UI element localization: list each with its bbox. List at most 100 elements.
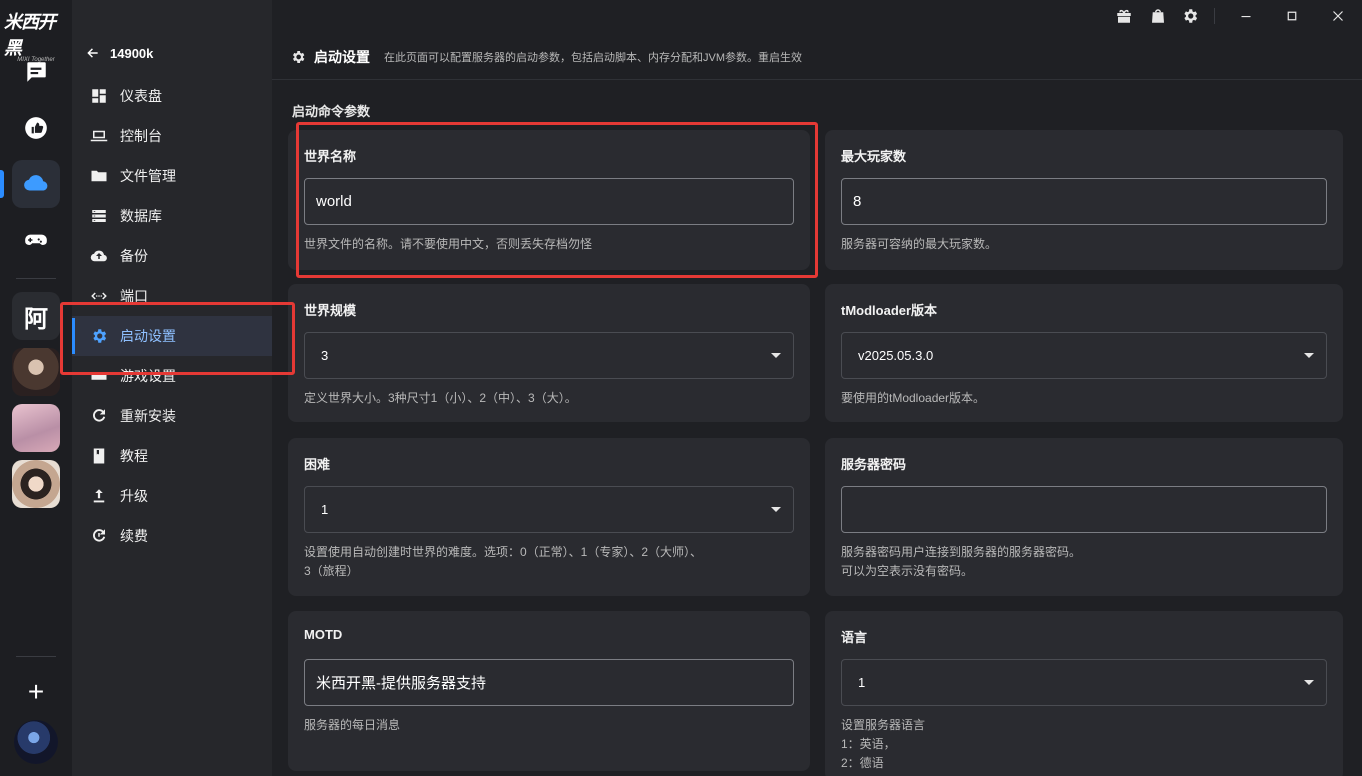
upgrade-icon [93,489,105,503]
sidebar-item-game-settings[interactable]: 游戏设置 [72,356,272,396]
rail-divider [16,278,56,279]
gamepad-icon [91,372,107,380]
page-header: 启动设置 在此页面可以配置服务器的启动参数，包括启动脚本、内存分配和JVM参数。… [272,34,1362,80]
difficulty-help: 设置使用自动创建时世界的难度。选项：0（正常）、1（专家）、2（大师）、 3（旅… [304,545,703,578]
renew-icon [93,529,106,542]
language-card: 语言 1 设置服务器语言 1：英语， 2：德语 [825,611,1343,776]
section-title: 启动命令参数 [292,104,371,119]
tmodloader-version-card: tModloader版本 v2025.05.3.0 要使用的tModloader… [825,284,1343,422]
server-password-card: 服务器密码 服务器密码用户连接到服务器的服务器密码。 可以为空表示没有密码。 [825,438,1343,596]
server-password-input[interactable] [841,486,1327,533]
games-button[interactable] [12,216,60,264]
cloud-upload-icon [90,250,107,262]
language-select[interactable]: 1 [841,659,1327,706]
world-size-label: 世界规模 [304,303,357,318]
motd-input[interactable]: 米西开黑-提供服务器支持 [304,659,794,706]
server-avatar-3[interactable] [12,460,60,508]
max-players-card: 最大玩家数 8 服务器可容纳的最大玩家数。 [825,130,1343,270]
server-avatar-1[interactable] [12,348,60,396]
sidebar-item-upgrade[interactable]: 升级 [72,476,272,516]
app-rail: 米西开黑 MIXI Together 阿 + [0,0,72,776]
gamepad-icon [25,234,47,245]
user-avatar[interactable] [14,720,58,764]
sidebar-item-files[interactable]: 文件管理 [72,156,272,196]
database-icon [92,210,106,222]
max-players-input[interactable]: 8 [841,178,1327,225]
motd-label: MOTD [304,627,343,642]
sidebar-item-label: 教程 [120,448,148,464]
sidebar-item-label: 备份 [120,248,148,264]
tmodloader-version-select[interactable]: v2025.05.3.0 [841,332,1327,379]
server-avatar-text[interactable]: 阿 [12,292,60,340]
world-size-help: 定义世界大小。3种尺寸1（小）、2（中）、3（大）。 [304,391,577,405]
settings-button[interactable] [1180,6,1200,26]
sidebar-item-reinstall[interactable]: 重新安装 [72,396,272,436]
difficulty-select[interactable]: 1 [304,486,794,533]
sidebar-item-backup[interactable]: 备份 [72,236,272,276]
world-size-select[interactable]: 3 [304,332,794,379]
sidebar-item-startup-settings[interactable]: 启动设置 [72,316,272,356]
max-players-label: 最大玩家数 [841,149,907,164]
rail-divider-bottom [16,656,56,657]
thumb-icon [25,117,47,139]
gift-icon [1117,9,1131,23]
chat-button[interactable] [12,48,60,96]
server-avatar-2[interactable] [12,404,60,452]
maximize-button[interactable] [1282,6,1302,26]
sidebar-item-label: 启动设置 [120,328,176,344]
shopping-bag-icon [1152,9,1164,23]
close-icon [1333,11,1343,21]
minimize-icon [1241,16,1251,18]
title-bar [272,0,1362,32]
difficulty-card: 困难 1 设置使用自动创建时世界的难度。选项：0（正常）、1（专家）、2（大师）… [288,438,810,596]
language-help: 设置服务器语言 1：英语， 2：德语 [841,718,926,770]
app-window: 米西开黑 MIXI Together 阿 + 14900k 仪表盘 控制台 文件… [0,0,1362,776]
back-button[interactable]: 14900k [86,42,153,64]
tmodloader-version-label: tModloader版本 [841,303,938,318]
maximize-icon [1287,11,1297,21]
sidebar-item-label: 续费 [120,528,148,544]
sidebar-item-ports[interactable]: 端口 [72,276,272,316]
folder-icon [91,170,107,182]
chat-icon [27,62,46,82]
language-label: 语言 [841,630,868,645]
rail-active-indicator [0,170,4,198]
sidebar-item-renew[interactable]: 续费 [72,516,272,556]
sidebar-item-label: 重新安装 [120,408,176,424]
close-button[interactable] [1328,6,1348,26]
gear-icon [1184,9,1198,23]
cloud-icon [24,175,48,191]
gift-button[interactable] [1114,6,1134,26]
server-password-help: 服务器密码用户连接到服务器的服务器密码。 可以为空表示没有密码。 [841,545,1082,578]
gear-icon [93,329,107,343]
minimize-button[interactable] [1236,6,1256,26]
add-server-button[interactable]: + [12,668,60,716]
sidebar-item-console[interactable]: 控制台 [72,116,272,156]
title-bar-divider [1214,8,1215,24]
book-icon [93,448,105,464]
tmodloader-version-help: 要使用的tModloader版本。 [841,391,986,405]
gear-icon [293,50,305,63]
sidebar-item-label: 端口 [120,288,148,304]
shop-button[interactable] [1148,6,1168,26]
arrow-left-icon [87,48,98,58]
page-title: 启动设置 [314,48,370,65]
dashboard-icon [92,89,106,103]
max-players-help: 服务器可容纳的最大玩家数。 [841,237,998,251]
world-name-help: 世界文件的名称。请不要使用中文，否则丢失存档勿怪 [304,237,593,251]
world-name-input[interactable]: world [304,178,794,225]
sidebar-item-label: 游戏设置 [120,368,176,384]
motd-help: 服务器的每日消息 [304,718,401,732]
laptop-icon [90,130,108,142]
sidebar-item-label: 文件管理 [120,168,176,184]
sidebar-item-dashboard[interactable]: 仪表盘 [72,76,272,116]
sidebar-item-tutorial[interactable]: 教程 [72,436,272,476]
sidebar-item-database[interactable]: 数据库 [72,196,272,236]
world-name-card: 世界名称 world 世界文件的名称。请不要使用中文，否则丢失存档勿怪 [288,130,810,270]
sidebar-item-label: 数据库 [120,208,162,224]
cloud-servers-button[interactable] [12,160,60,208]
page-description: 在此页面可以配置服务器的启动参数，包括启动脚本、内存分配和JVM参数。重启生效 [384,51,802,64]
sidebar-item-label: 升级 [120,488,148,504]
like-button[interactable] [12,104,60,152]
motd-card: MOTD 米西开黑-提供服务器支持 服务器的每日消息 [288,611,810,771]
